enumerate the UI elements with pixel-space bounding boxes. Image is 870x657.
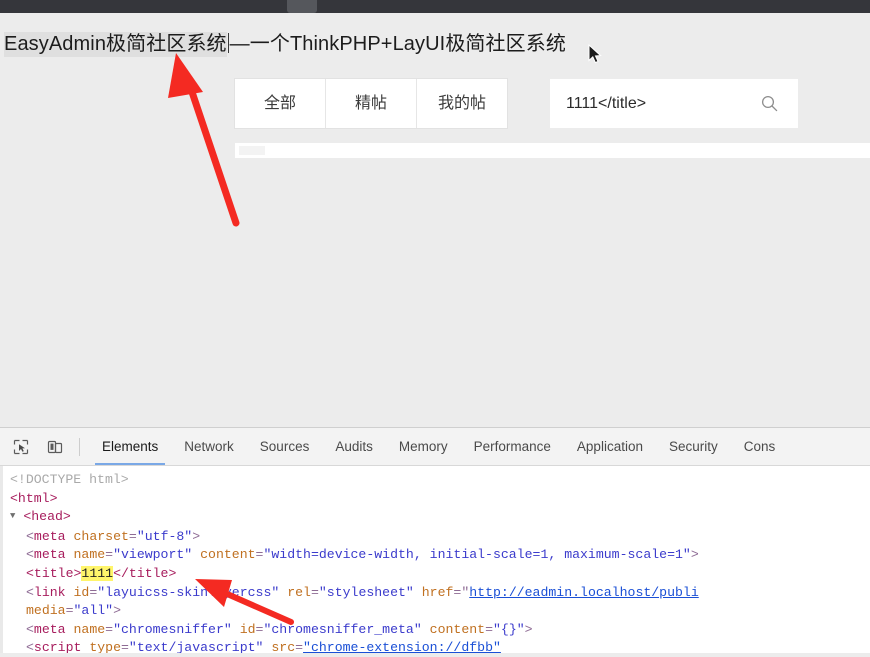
media-value: "all"	[73, 603, 114, 619]
dom-line-meta-chromesniffer[interactable]: <meta name="chromesniffer" id="chromesni…	[0, 621, 870, 640]
meta-sniffer-attr-content: content	[429, 621, 486, 637]
tab-sources[interactable]: Sources	[247, 428, 323, 465]
meta-viewport-attr-name: name	[73, 547, 106, 563]
expand-triangle-icon[interactable]: ▼	[10, 507, 15, 526]
nav-tab-featured[interactable]: 精帖	[326, 79, 417, 128]
link-value-rel: "stylesheet"	[318, 584, 414, 600]
dom-tree-left-rail	[0, 466, 3, 653]
script-attr-src: src	[271, 640, 296, 653]
dom-line-head[interactable]: ▼ <head>	[0, 508, 870, 528]
tab-elements[interactable]: Elements	[89, 428, 171, 465]
dom-tree-view[interactable]: <!DOCTYPE html> <html> ▼ <head> <meta ch…	[0, 466, 870, 653]
dom-line-meta-charset[interactable]: <meta charset="utf-8">	[0, 528, 870, 547]
dom-line-script[interactable]: <script type="text/javascript" src="chro…	[0, 639, 870, 653]
toolbar-divider	[79, 437, 80, 456]
meta-sniffer-attr-name: name	[73, 621, 106, 637]
meta-charset-attr: charset	[73, 528, 129, 544]
search-input[interactable]	[550, 80, 752, 127]
browser-tab-nub[interactable]	[287, 0, 317, 13]
tab-memory[interactable]: Memory	[386, 428, 461, 465]
dom-line-doctype[interactable]: <!DOCTYPE html>	[0, 471, 870, 490]
nav-tab-my-posts[interactable]: 我的帖	[417, 79, 507, 128]
tab-console[interactable]: Cons	[731, 428, 789, 465]
meta-sniffer-tag: meta	[33, 621, 66, 637]
meta-sniffer-value-content: "{}"	[493, 621, 525, 637]
dom-line-meta-viewport[interactable]: <meta name="viewport" content="width=dev…	[0, 546, 870, 565]
post-list-strip	[235, 143, 870, 158]
meta-viewport-value-name: "viewport"	[113, 547, 193, 563]
link-attr-id: id	[73, 584, 90, 600]
link-tag: link	[33, 584, 66, 600]
devtools-panel: Elements Network Sources Audits Memory P…	[0, 427, 870, 653]
page-title-separator: —	[229, 33, 250, 55]
tab-application[interactable]: Application	[564, 428, 656, 465]
title-close-tag: </title>	[113, 565, 177, 581]
devtools-tab-bar: Elements Network Sources Audits Memory P…	[89, 428, 788, 465]
devtools-toolbar: Elements Network Sources Audits Memory P…	[0, 428, 870, 466]
mouse-cursor	[588, 43, 603, 71]
meta-charset-value: "utf-8"	[136, 528, 193, 544]
search-box	[550, 79, 798, 128]
browser-chrome-strip	[0, 0, 870, 13]
head-tag-text: <head>	[23, 509, 71, 525]
meta-sniffer-value-name: "chromesniffer"	[113, 621, 232, 637]
media-attr: media	[26, 603, 66, 619]
dom-line-html[interactable]: <html>	[0, 490, 870, 509]
script-attr-type: type	[89, 640, 121, 653]
script-tag: script	[33, 640, 82, 653]
meta-sniffer-attr-id: id	[239, 621, 256, 637]
link-attr-rel: rel	[287, 584, 311, 600]
inspect-element-icon[interactable]	[7, 433, 34, 460]
meta-viewport-tag: meta	[33, 547, 66, 563]
meta-viewport-value-content: "width=device-width, initial-scale=1, ma…	[263, 547, 691, 563]
script-value-type: "text/javascript"	[128, 640, 264, 653]
title-text-highlighted[interactable]: 1111	[81, 565, 114, 581]
nav-tab-group: 全部 精帖 我的帖	[235, 79, 507, 128]
search-icon[interactable]	[752, 79, 786, 128]
link-attr-href: href	[421, 584, 454, 600]
html-tag-text: <html>	[10, 490, 58, 506]
dom-line-title[interactable]: <title>1111</title>	[0, 565, 870, 584]
text-caret	[227, 33, 229, 53]
page-title: EasyAdmin极简社区系统 —一个ThinkPHP+LayUI极简社区系统	[4, 31, 566, 57]
title-open-tag: <title>	[26, 565, 82, 581]
dom-line-link[interactable]: <link id="layuicss-skinlayercss" rel="st…	[0, 584, 870, 603]
page-title-subtitle: 一个ThinkPHP+LayUI极简社区系统	[249, 33, 566, 55]
tab-performance[interactable]: Performance	[461, 428, 564, 465]
post-list-placeholder	[239, 146, 265, 155]
meta-viewport-attr-content: content	[200, 547, 256, 563]
toggle-device-toolbar-icon[interactable]	[41, 433, 68, 460]
meta-charset-tag: meta	[33, 528, 66, 544]
meta-sniffer-value-id: "chromesniffer_meta"	[263, 621, 422, 637]
link-value-id: "layuicss-skinlayercss"	[97, 584, 280, 600]
nav-tab-all[interactable]: 全部	[235, 79, 326, 128]
doctype-text: <!DOCTYPE html>	[10, 472, 129, 487]
dom-line-media[interactable]: media="all">	[0, 602, 870, 621]
tab-security[interactable]: Security	[656, 428, 731, 465]
rendered-web-page: EasyAdmin极简社区系统 —一个ThinkPHP+LayUI极简社区系统 全…	[0, 13, 870, 427]
link-value-href[interactable]: http://eadmin.localhost/publi	[469, 585, 699, 600]
page-title-main: EasyAdmin极简社区系统	[4, 32, 227, 57]
script-value-src[interactable]: "chrome-extension://dfbb"	[303, 640, 501, 653]
tab-network[interactable]: Network	[171, 428, 247, 465]
tab-audits[interactable]: Audits	[322, 428, 386, 465]
